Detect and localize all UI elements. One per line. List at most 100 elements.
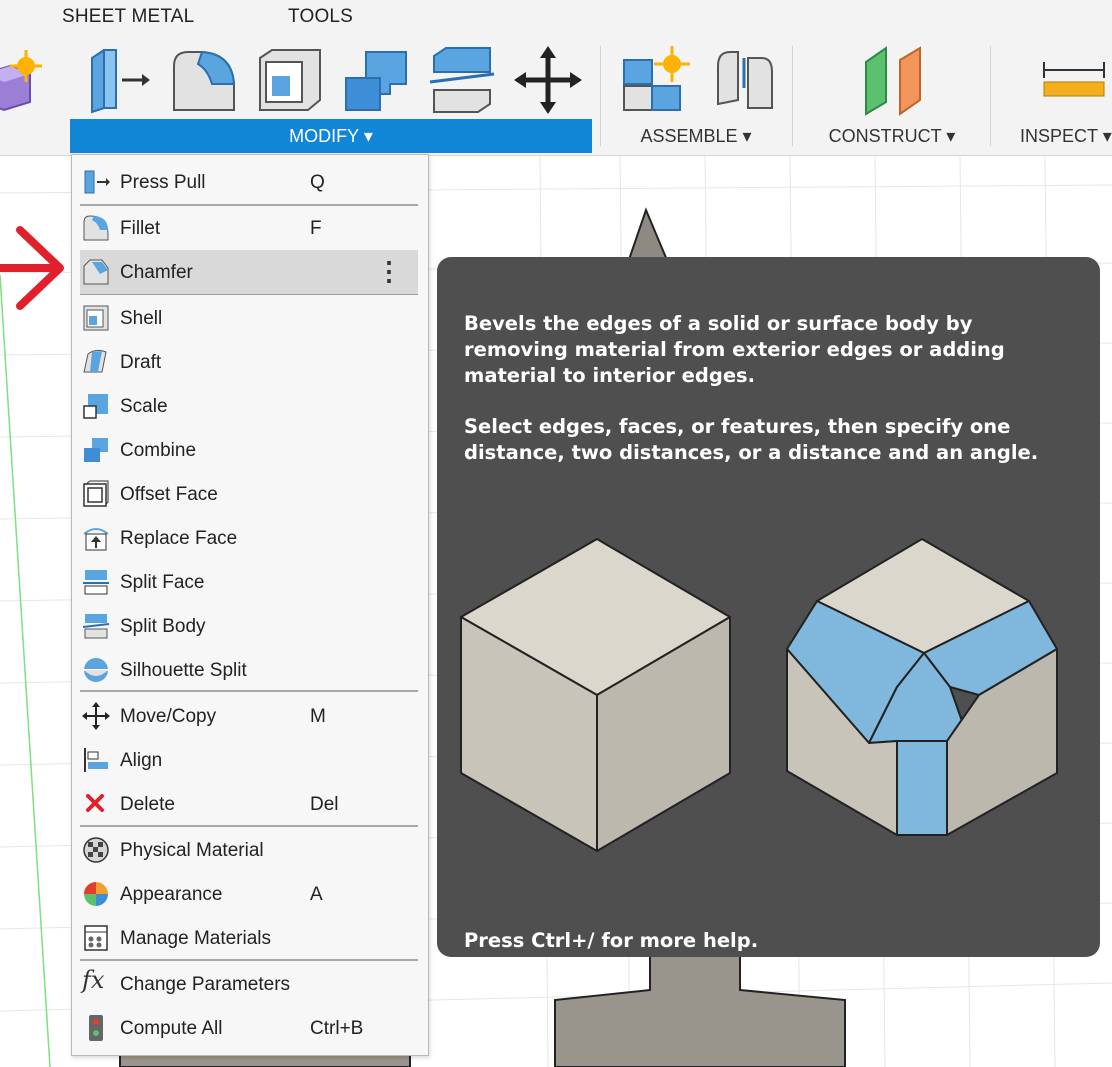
offset-face-icon — [83, 480, 109, 507]
menu-item-label: Physical Material — [120, 840, 264, 861]
menu-item-label: Align — [120, 750, 163, 771]
menu-item-label: Split Face — [120, 572, 205, 593]
menu-item-label: Replace Face — [120, 528, 238, 549]
chamfer-icon — [83, 259, 109, 285]
menu-item-split-body[interactable]: Split Body — [80, 604, 418, 648]
menu-item-chamfer[interactable]: Chamfer ⋮ — [80, 250, 418, 295]
menu-item-label: Combine — [120, 440, 197, 461]
fillet-icon — [83, 215, 109, 241]
physical-material-icon — [83, 837, 109, 863]
menu-item-shell[interactable]: Shell — [80, 296, 418, 340]
menu-item-combine[interactable]: Combine — [80, 428, 418, 472]
menu-item-shortcut: F — [310, 218, 322, 239]
menu-item-shortcut: M — [310, 706, 326, 727]
modify-dropdown-menu: Press Pull Q Fillet F Chamfer ⋮ Shell Dr… — [71, 154, 429, 1056]
menu-divider — [80, 825, 418, 827]
combine-icon[interactable] — [340, 44, 412, 116]
menu-item-silhouette-split[interactable]: Silhouette Split — [80, 648, 418, 692]
menu-item-label: Press Pull — [120, 172, 206, 193]
menu-item-label: Chamfer — [120, 262, 193, 283]
function-icon: fx — [82, 966, 105, 994]
menu-item-press-pull[interactable]: Press Pull Q — [80, 160, 418, 204]
menu-item-label: Manage Materials — [120, 928, 272, 949]
menu-item-delete[interactable]: Delete Del — [80, 782, 418, 826]
chamfer-illustration — [460, 538, 1058, 852]
plain-cube-illustration — [460, 538, 731, 852]
combine-icon — [84, 438, 108, 462]
menu-item-label: Split Body — [120, 616, 206, 637]
menu-item-manage-materials[interactable]: Manage Materials — [80, 916, 418, 960]
tab-sheet-metal[interactable]: SHEET METAL — [62, 6, 194, 28]
more-options-icon[interactable]: ⋮ — [376, 256, 402, 287]
menu-item-compute-all[interactable]: Compute All Ctrl+B — [80, 1006, 418, 1050]
measure-icon[interactable] — [1040, 44, 1112, 116]
menu-item-label: Draft — [120, 352, 162, 373]
menu-item-label: Offset Face — [120, 484, 218, 505]
shell-icon[interactable] — [254, 44, 326, 116]
press-pull-icon — [84, 170, 110, 194]
appearance-icon — [84, 882, 108, 906]
split-body-icon — [82, 614, 110, 639]
toolbar-separator — [990, 46, 991, 146]
inspect-menu-button[interactable]: INSPECT ▾ — [1000, 119, 1112, 153]
chamfered-cube-illustration — [786, 538, 1058, 836]
fillet-icon[interactable] — [168, 44, 240, 116]
menu-divider — [80, 959, 418, 961]
construct-menu-button[interactable]: CONSTRUCT ▾ — [800, 119, 984, 153]
menu-item-label: Silhouette Split — [120, 660, 247, 681]
menu-item-shortcut: A — [310, 884, 323, 905]
joint-icon[interactable] — [708, 44, 780, 116]
menu-item-shortcut: Del — [310, 794, 339, 815]
menu-item-offset-face[interactable]: Offset Face — [80, 472, 418, 516]
menu-item-appearance[interactable]: Appearance A — [80, 872, 418, 916]
menu-item-align[interactable]: Align — [80, 738, 418, 782]
menu-item-scale[interactable]: Scale — [80, 384, 418, 428]
tooltip-help-footer: Press Ctrl+/ for more help. — [464, 929, 759, 952]
menu-item-change-parameters[interactable]: fx Change Parameters — [80, 962, 418, 1006]
create-form-icon[interactable] — [0, 44, 42, 116]
move-copy-icon — [82, 702, 110, 730]
menu-divider — [80, 690, 418, 692]
menu-item-label: Compute All — [120, 1018, 223, 1039]
chamfer-tooltip: Bevels the edges of a solid or surface b… — [437, 257, 1100, 957]
tooltip-description: Bevels the edges of a solid or surface b… — [464, 312, 1005, 387]
manage-materials-icon — [84, 925, 108, 951]
split-face-icon — [83, 570, 109, 595]
modify-menu-button[interactable]: MODIFY ▾ — [70, 119, 592, 153]
tooltip-instructions: Select edges, faces, or features, then s… — [464, 415, 1039, 464]
menu-item-label: Fillet — [120, 218, 161, 239]
menu-item-label: Scale — [120, 396, 168, 417]
toolbar-separator — [600, 46, 601, 146]
menu-item-move-copy[interactable]: Move/Copy M — [80, 694, 418, 738]
menu-item-shortcut: Q — [310, 172, 325, 193]
menu-item-label: Move/Copy — [120, 706, 217, 727]
compute-all-icon — [89, 1015, 103, 1041]
menu-item-label: Appearance — [120, 884, 223, 905]
red-arrow-annotation — [0, 226, 64, 310]
menu-item-label: Shell — [120, 308, 163, 329]
assemble-menu-button[interactable]: ASSEMBLE ▾ — [608, 119, 784, 153]
draft-icon — [83, 349, 107, 373]
silhouette-split-icon — [83, 658, 109, 682]
split-body-icon[interactable] — [426, 44, 498, 116]
menu-item-shortcut: Ctrl+B — [310, 1018, 364, 1039]
press-pull-icon[interactable] — [82, 44, 154, 116]
menu-item-draft[interactable]: Draft — [80, 340, 418, 384]
align-icon — [84, 748, 108, 772]
tab-tools[interactable]: TOOLS — [288, 6, 353, 28]
toolbar: SHEET METAL TOOLS MODIFY ▾ ASSEMBLE ▾ CO… — [0, 0, 1112, 156]
move-icon[interactable] — [512, 44, 584, 116]
offset-plane-icon[interactable] — [858, 44, 930, 116]
replace-face-icon — [83, 528, 109, 551]
shell-icon — [83, 305, 109, 331]
delete-icon — [86, 794, 104, 812]
menu-item-label: Change Parameters — [120, 974, 291, 995]
new-component-icon[interactable] — [620, 44, 692, 116]
menu-item-fillet[interactable]: Fillet F — [80, 206, 418, 250]
menu-item-label: Delete — [120, 794, 175, 815]
scale-icon — [83, 394, 108, 419]
menu-item-replace-face[interactable]: Replace Face — [80, 516, 418, 560]
menu-item-split-face[interactable]: Split Face — [80, 560, 418, 604]
toolbar-separator — [792, 46, 793, 146]
menu-item-physical-material[interactable]: Physical Material — [80, 828, 418, 872]
